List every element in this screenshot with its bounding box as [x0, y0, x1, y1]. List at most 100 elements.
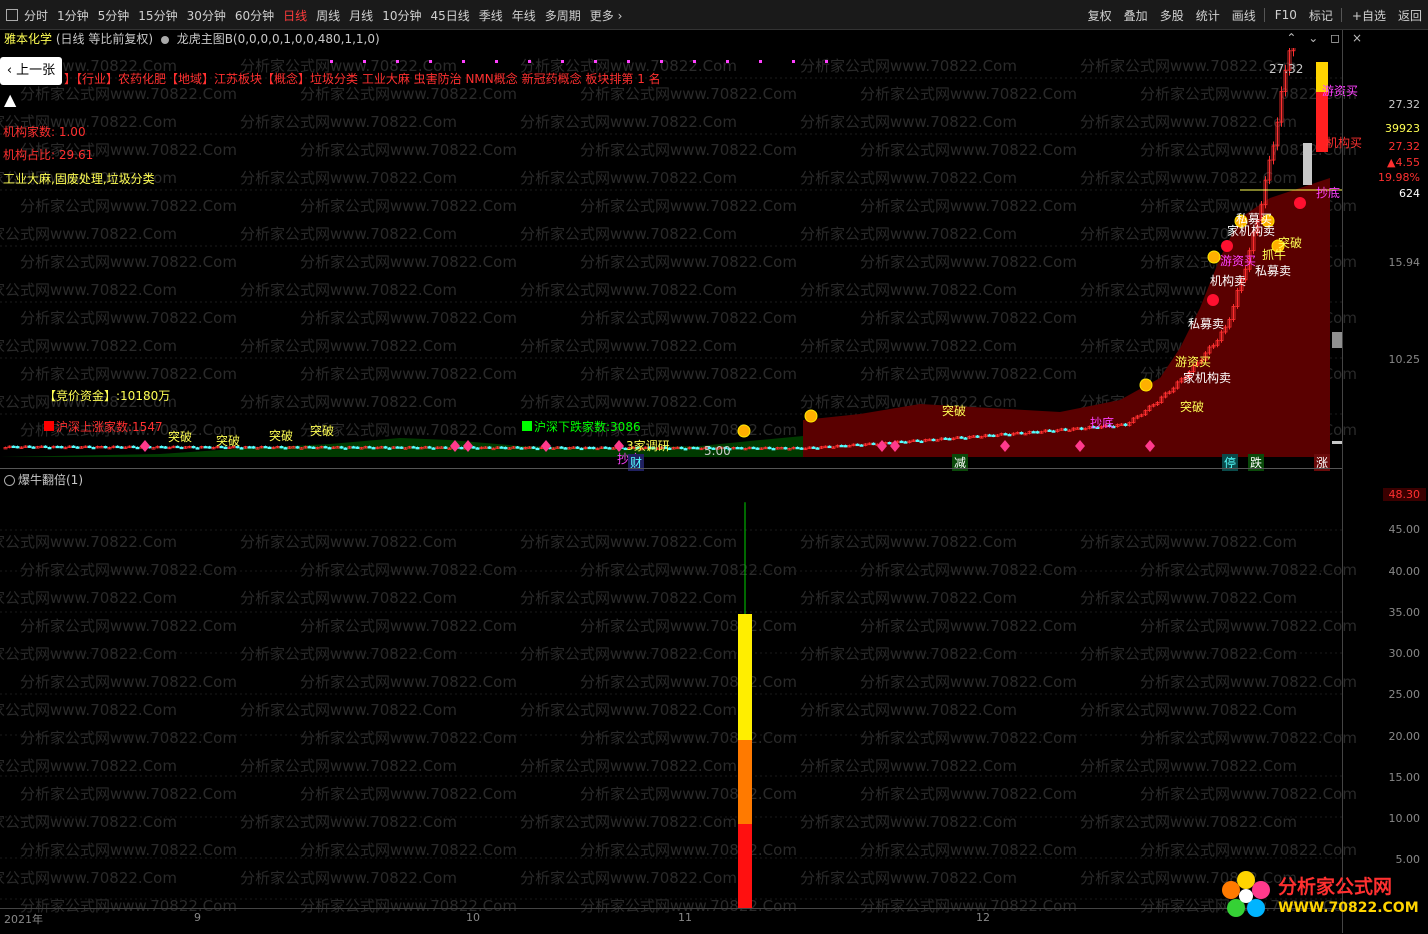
candle-body [735, 447, 740, 450]
menu-square-icon[interactable] [6, 9, 18, 21]
period-tab[interactable]: 更多 › [590, 7, 623, 24]
candle-body [499, 446, 504, 449]
signal-dot [495, 60, 498, 63]
price-axis-label: 27.32 [1388, 140, 1421, 153]
logo-title: 分析家公式网 [1278, 876, 1393, 898]
sub-axis-label: 25.00 [1388, 688, 1421, 701]
candle-body [795, 446, 800, 450]
candle-body [383, 446, 388, 449]
candle-body [31, 446, 36, 449]
period-tab[interactable]: 15分钟 [138, 7, 177, 24]
candle-body [959, 436, 964, 439]
candle-body [575, 446, 580, 449]
main-indicator-name[interactable]: 龙虎主图B(0,0,0,0,1,0,0,480,1,1,0) [177, 32, 380, 46]
candle-body [119, 446, 124, 449]
period-tab[interactable]: 年线 [512, 7, 536, 24]
candle-body [179, 446, 184, 450]
tool-button[interactable]: F10 [1273, 6, 1299, 24]
candle-body [411, 446, 416, 449]
sub-axis-label: 10.00 [1388, 812, 1421, 825]
period-tab[interactable]: 30分钟 [187, 7, 226, 24]
candle-body [563, 447, 568, 450]
tool-button[interactable]: 标记 [1307, 5, 1335, 26]
candle-body [991, 434, 996, 438]
stock-name[interactable]: 雅本化学 [4, 32, 52, 46]
candle-body [691, 446, 696, 450]
red-badge-icon [1207, 294, 1219, 306]
main-candlestick-chart[interactable] [0, 48, 1342, 468]
candle-body [471, 446, 476, 449]
candle-body [943, 437, 948, 440]
indicator-settings-icon[interactable] [160, 35, 169, 44]
institution-count: 机构家数: 1.00 [3, 125, 86, 139]
period-tab[interactable]: 周线 [316, 7, 340, 24]
candle-body [431, 447, 436, 450]
period-tab[interactable]: 季线 [479, 7, 503, 24]
candle-body [871, 442, 876, 446]
down-count: 沪深下跌家数:3086 [522, 418, 641, 435]
gold-coin-icon [737, 424, 751, 438]
period-tab[interactable]: 月线 [349, 7, 373, 24]
period-tab[interactable]: 多周期 [545, 7, 581, 24]
expand-icon[interactable]: ◻ [1330, 31, 1340, 45]
chevron-up-icon[interactable]: ⌃ [1286, 31, 1296, 45]
candle-body [207, 446, 212, 449]
chart-annotation: 私募卖 [1255, 264, 1292, 278]
tool-button[interactable]: 统计 [1194, 5, 1222, 26]
tool-button[interactable]: 画线 [1230, 5, 1258, 26]
candle-body [607, 447, 612, 450]
period-tab[interactable]: 10分钟 [382, 7, 421, 24]
candle-body [191, 445, 196, 449]
candle-body [843, 445, 848, 448]
tool-button[interactable]: 复权 [1086, 5, 1114, 26]
up-square-icon [44, 421, 54, 431]
candle-body [283, 447, 288, 450]
candle-body [559, 446, 564, 449]
sub-indicator-chart[interactable] [0, 488, 1342, 908]
up-count-text: 沪深上涨家数:1547 [56, 420, 163, 434]
sub-indicator-name[interactable]: 爆牛翻倍(1) [18, 473, 83, 487]
candle-body [91, 446, 96, 450]
candle-body [975, 435, 980, 438]
period-tab[interactable]: 5分钟 [98, 7, 130, 24]
chevron-down-icon[interactable]: ⌄ [1308, 31, 1318, 45]
chart-title-line: 雅本化学 (日线 等比前复权) 龙虎主图B(0,0,0,0,1,0,0,480,… [4, 31, 380, 47]
candle-body [159, 445, 164, 449]
candle-body [783, 447, 788, 450]
candle-body [443, 446, 448, 449]
candle-body [679, 446, 684, 450]
candle-body [203, 446, 208, 449]
period-tab[interactable]: 45日线 [430, 7, 469, 24]
candle-body [515, 446, 520, 449]
pane-divider[interactable] [0, 468, 1342, 469]
candle-body [839, 444, 844, 448]
prev-button-label: 上一张 [16, 63, 56, 78]
candle-body [263, 446, 268, 449]
candle-body [131, 445, 136, 449]
red-badge-icon [1221, 240, 1233, 252]
tool-button[interactable]: +自选 [1350, 5, 1388, 26]
signal-dot [462, 60, 465, 63]
chart-annotation: 突破 [269, 429, 294, 443]
candle-body [903, 441, 908, 444]
candle-body [163, 446, 168, 449]
candle-body [415, 447, 420, 450]
tool-button[interactable]: 返回 [1396, 5, 1424, 26]
tool-button[interactable]: 多股 [1158, 5, 1186, 26]
period-tab[interactable]: 60分钟 [235, 7, 274, 24]
candle-body [771, 448, 776, 451]
candle-body [1123, 423, 1128, 426]
candle-body [267, 446, 272, 450]
period-tab[interactable]: 日线 [283, 7, 307, 24]
candle-body [755, 447, 760, 450]
prev-button[interactable]: ‹ 上一张 [0, 57, 62, 85]
indicator-toggle-icon[interactable] [4, 475, 15, 486]
tool-button[interactable]: 叠加 [1122, 5, 1150, 26]
candle-body [59, 446, 64, 449]
period-tab[interactable]: 分时 [24, 7, 48, 24]
period-tab[interactable]: 1分钟 [57, 7, 89, 24]
signal-dot [759, 60, 762, 63]
candle-body [1031, 431, 1036, 434]
candle-body [295, 446, 300, 449]
candle-body [343, 447, 348, 450]
